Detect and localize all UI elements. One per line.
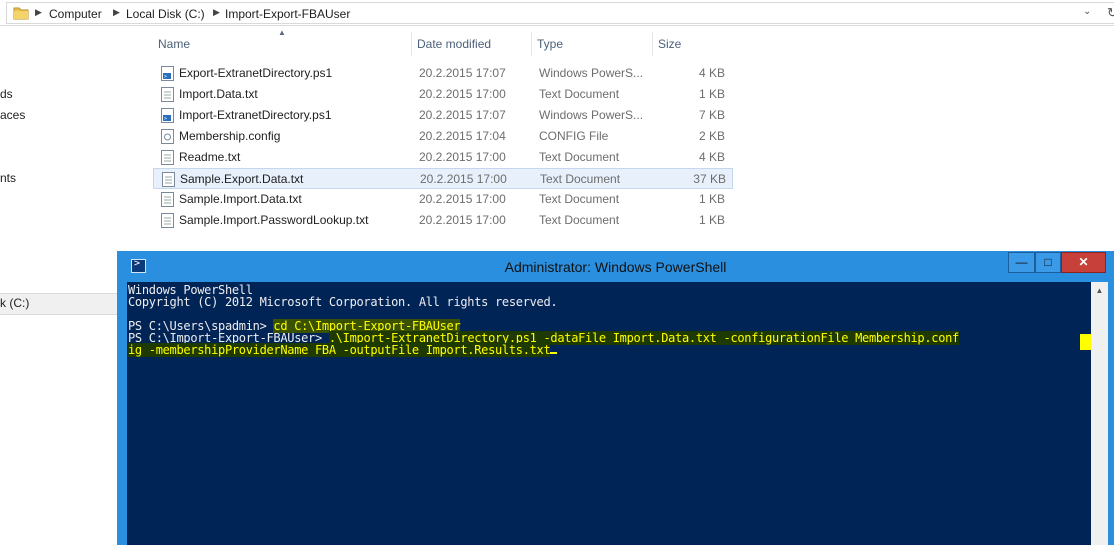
file-row[interactable]: Sample.Import.Data.txt 20.2.2015 17:00 T… [153, 189, 733, 210]
refresh-icon[interactable]: ↻ [1107, 5, 1114, 21]
file-name: Export-ExtranetDirectory.ps1 [179, 66, 333, 80]
nav-item-local-disk[interactable]: k (C:) [0, 296, 29, 310]
file-size: 2 KB [698, 129, 725, 143]
address-box[interactable]: ▶ Computer ▶ Local Disk (C:) ▶ Import-Ex… [6, 2, 1114, 24]
file-type: Text Document [540, 172, 621, 186]
file-name: Import.Data.txt [179, 87, 258, 101]
address-bar: ▶ Computer ▶ Local Disk (C:) ▶ Import-Ex… [0, 0, 1114, 26]
config-file-icon [161, 129, 174, 144]
file-size: 4 KB [698, 150, 725, 164]
maximize-button[interactable]: □ [1035, 252, 1061, 273]
nav-item-downloads[interactable]: ds [0, 87, 13, 101]
file-name: Membership.config [179, 129, 281, 143]
file-date: 20.2.2015 17:00 [419, 213, 506, 227]
breadcrumb-computer[interactable]: Computer [49, 7, 102, 21]
file-name: Sample.Export.Data.txt [180, 172, 304, 186]
file-date: 20.2.2015 17:00 [419, 87, 506, 101]
console-copyright-line: Copyright (C) 2012 Microsoft Corporation… [128, 295, 558, 309]
powershell-titlebar[interactable]: > Administrator: Windows PowerShell — □ … [117, 251, 1114, 281]
close-button[interactable]: ✕ [1061, 252, 1106, 273]
file-type: Windows PowerS... [539, 108, 644, 122]
file-row[interactable]: Readme.txt 20.2.2015 17:00 Text Document… [153, 147, 733, 168]
window-title: Administrator: Windows PowerShell [504, 259, 727, 275]
console-command-line: ig -membershipProviderName FBA -outputFi… [128, 343, 558, 357]
console-command-continuation: ig -membershipProviderName FBA -outputFi… [128, 343, 551, 357]
breadcrumb-separator-icon[interactable]: ▶ [213, 7, 220, 18]
svg-text:>: > [164, 116, 167, 122]
chevron-down-icon[interactable]: ⌄ [1083, 6, 1091, 17]
file-type: Windows PowerS... [539, 66, 644, 80]
nav-item-documents[interactable]: nts [0, 171, 16, 185]
sort-ascending-icon: ▲ [278, 28, 286, 37]
file-size: 7 KB [698, 108, 725, 122]
file-size: 1 KB [698, 192, 725, 206]
file-name: Import-ExtranetDirectory.ps1 [179, 108, 332, 122]
breadcrumb-current-folder[interactable]: Import-Export-FBAUser [225, 7, 350, 21]
breadcrumb-local-disk[interactable]: Local Disk (C:) [126, 7, 205, 21]
file-row[interactable]: > Export-ExtranetDirectory.ps1 20.2.2015… [153, 63, 733, 84]
scroll-up-icon[interactable]: ▲ [1091, 282, 1108, 299]
folder-icon [13, 7, 29, 20]
column-header-type[interactable]: Type [532, 32, 653, 56]
file-name: Readme.txt [179, 150, 241, 164]
file-name: Sample.Import.PasswordLookup.txt [179, 213, 369, 227]
file-type: Text Document [539, 213, 620, 227]
file-list-header: Name Date modified Type Size [153, 32, 733, 56]
column-header-date-modified[interactable]: Date modified [412, 32, 532, 56]
file-size: 4 KB [698, 66, 725, 80]
svg-text:>: > [164, 74, 167, 80]
file-type: Text Document [539, 192, 620, 206]
nav-item-recent-places[interactable]: aces [0, 108, 25, 122]
file-row[interactable]: Import.Data.txt 20.2.2015 17:00 Text Doc… [153, 84, 733, 105]
file-date: 20.2.2015 17:00 [419, 150, 506, 164]
vertical-scrollbar[interactable]: ▲ [1091, 282, 1108, 545]
file-type: CONFIG File [539, 129, 609, 143]
text-file-icon [161, 87, 174, 102]
file-size: 37 KB [693, 172, 726, 186]
text-file-icon [162, 172, 175, 187]
file-date: 20.2.2015 17:00 [419, 192, 506, 206]
file-size: 1 KB [698, 87, 725, 101]
powershell-script-icon: > [161, 108, 174, 123]
powershell-script-icon: > [161, 66, 174, 81]
powershell-window[interactable]: > Administrator: Windows PowerShell — □ … [117, 251, 1114, 545]
text-file-icon [161, 150, 174, 165]
minimize-button[interactable]: — [1008, 252, 1035, 273]
breadcrumb-separator-icon[interactable]: ▶ [113, 7, 120, 18]
file-row[interactable]: > Import-ExtranetDirectory.ps1 20.2.2015… [153, 105, 733, 126]
column-header-size[interactable]: Size [653, 32, 733, 56]
file-type: Text Document [539, 150, 620, 164]
file-date: 20.2.2015 17:00 [420, 172, 507, 186]
file-date: 20.2.2015 17:04 [419, 129, 506, 143]
file-type: Text Document [539, 87, 620, 101]
console-output[interactable]: Windows PowerShell Copyright (C) 2012 Mi… [127, 282, 1091, 545]
file-size: 1 KB [698, 213, 725, 227]
breadcrumb-separator-icon[interactable]: ▶ [35, 7, 42, 18]
text-file-icon [161, 213, 174, 228]
file-row-selected[interactable]: Sample.Export.Data.txt 20.2.2015 17:00 T… [153, 168, 733, 189]
file-row[interactable]: Membership.config 20.2.2015 17:04 CONFIG… [153, 126, 733, 147]
text-file-icon [161, 192, 174, 207]
file-date: 20.2.2015 17:07 [419, 66, 506, 80]
file-row[interactable]: Sample.Import.PasswordLookup.txt 20.2.20… [153, 210, 733, 231]
file-date: 20.2.2015 17:07 [419, 108, 506, 122]
file-name: Sample.Import.Data.txt [179, 192, 302, 206]
text-cursor [550, 352, 558, 354]
